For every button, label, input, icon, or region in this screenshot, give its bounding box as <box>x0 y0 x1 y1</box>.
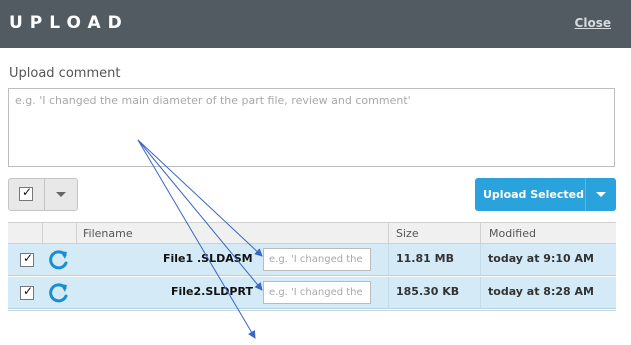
check-icon: ✓ <box>23 251 34 265</box>
file-modified: today at 8:28 AM <box>488 285 594 298</box>
file-name: File1 .SLDASM <box>163 252 253 265</box>
table-header: Filename Size Modified <box>8 222 616 244</box>
file-comment-input[interactable] <box>263 248 371 271</box>
bulk-options-dropdown[interactable] <box>45 179 77 210</box>
file-modified: today at 9:10 AM <box>488 252 594 265</box>
refresh-icon[interactable] <box>48 282 70 304</box>
file-size: 185.30 KB <box>396 285 460 298</box>
column-size[interactable]: Size <box>388 223 480 243</box>
upload-selected-button[interactable]: Upload Selected <box>475 178 616 211</box>
column-divider <box>388 277 389 309</box>
header-action-column <box>42 223 76 243</box>
upload-comment-label: Upload comment <box>9 66 121 81</box>
upload-selected-label: Upload Selected <box>483 188 584 201</box>
select-all-button[interactable]: ✓ <box>9 179 45 210</box>
column-divider <box>480 244 481 276</box>
file-size: 11.81 MB <box>396 252 454 265</box>
file-name: File2.SLDPRT <box>171 285 253 298</box>
upload-options-dropdown[interactable] <box>585 178 616 211</box>
table-row[interactable]: ✓ File2.SLDPRT 185.30 KB today at 8:28 A… <box>8 277 616 309</box>
bulk-select-group: ✓ <box>8 178 78 211</box>
column-divider <box>480 277 481 309</box>
header-check-column <box>8 223 42 243</box>
chevron-down-icon <box>596 192 606 197</box>
upload-comment-field[interactable] <box>8 88 615 167</box>
select-all-checkbox[interactable]: ✓ <box>19 185 33 201</box>
check-icon: ✓ <box>22 185 33 199</box>
file-comment-input[interactable] <box>263 281 371 304</box>
column-divider <box>388 244 389 276</box>
file-table: Filename Size Modified ✓ File1 .SLDASM 1… <box>8 222 616 311</box>
refresh-icon[interactable] <box>48 249 70 271</box>
dialog-title: UPLOAD <box>9 13 129 33</box>
chevron-down-icon <box>56 192 66 197</box>
check-icon: ✓ <box>23 284 34 298</box>
close-link[interactable]: Close <box>575 16 611 30</box>
row-checkbox[interactable]: ✓ <box>20 284 34 300</box>
header-bar: UPLOAD Close <box>0 0 631 48</box>
table-row[interactable]: ✓ File1 .SLDASM 11.81 MB today at 9:10 A… <box>8 244 616 276</box>
column-filename[interactable]: Filename <box>76 223 388 243</box>
row-checkbox[interactable]: ✓ <box>20 251 34 267</box>
column-modified[interactable]: Modified <box>480 223 616 243</box>
